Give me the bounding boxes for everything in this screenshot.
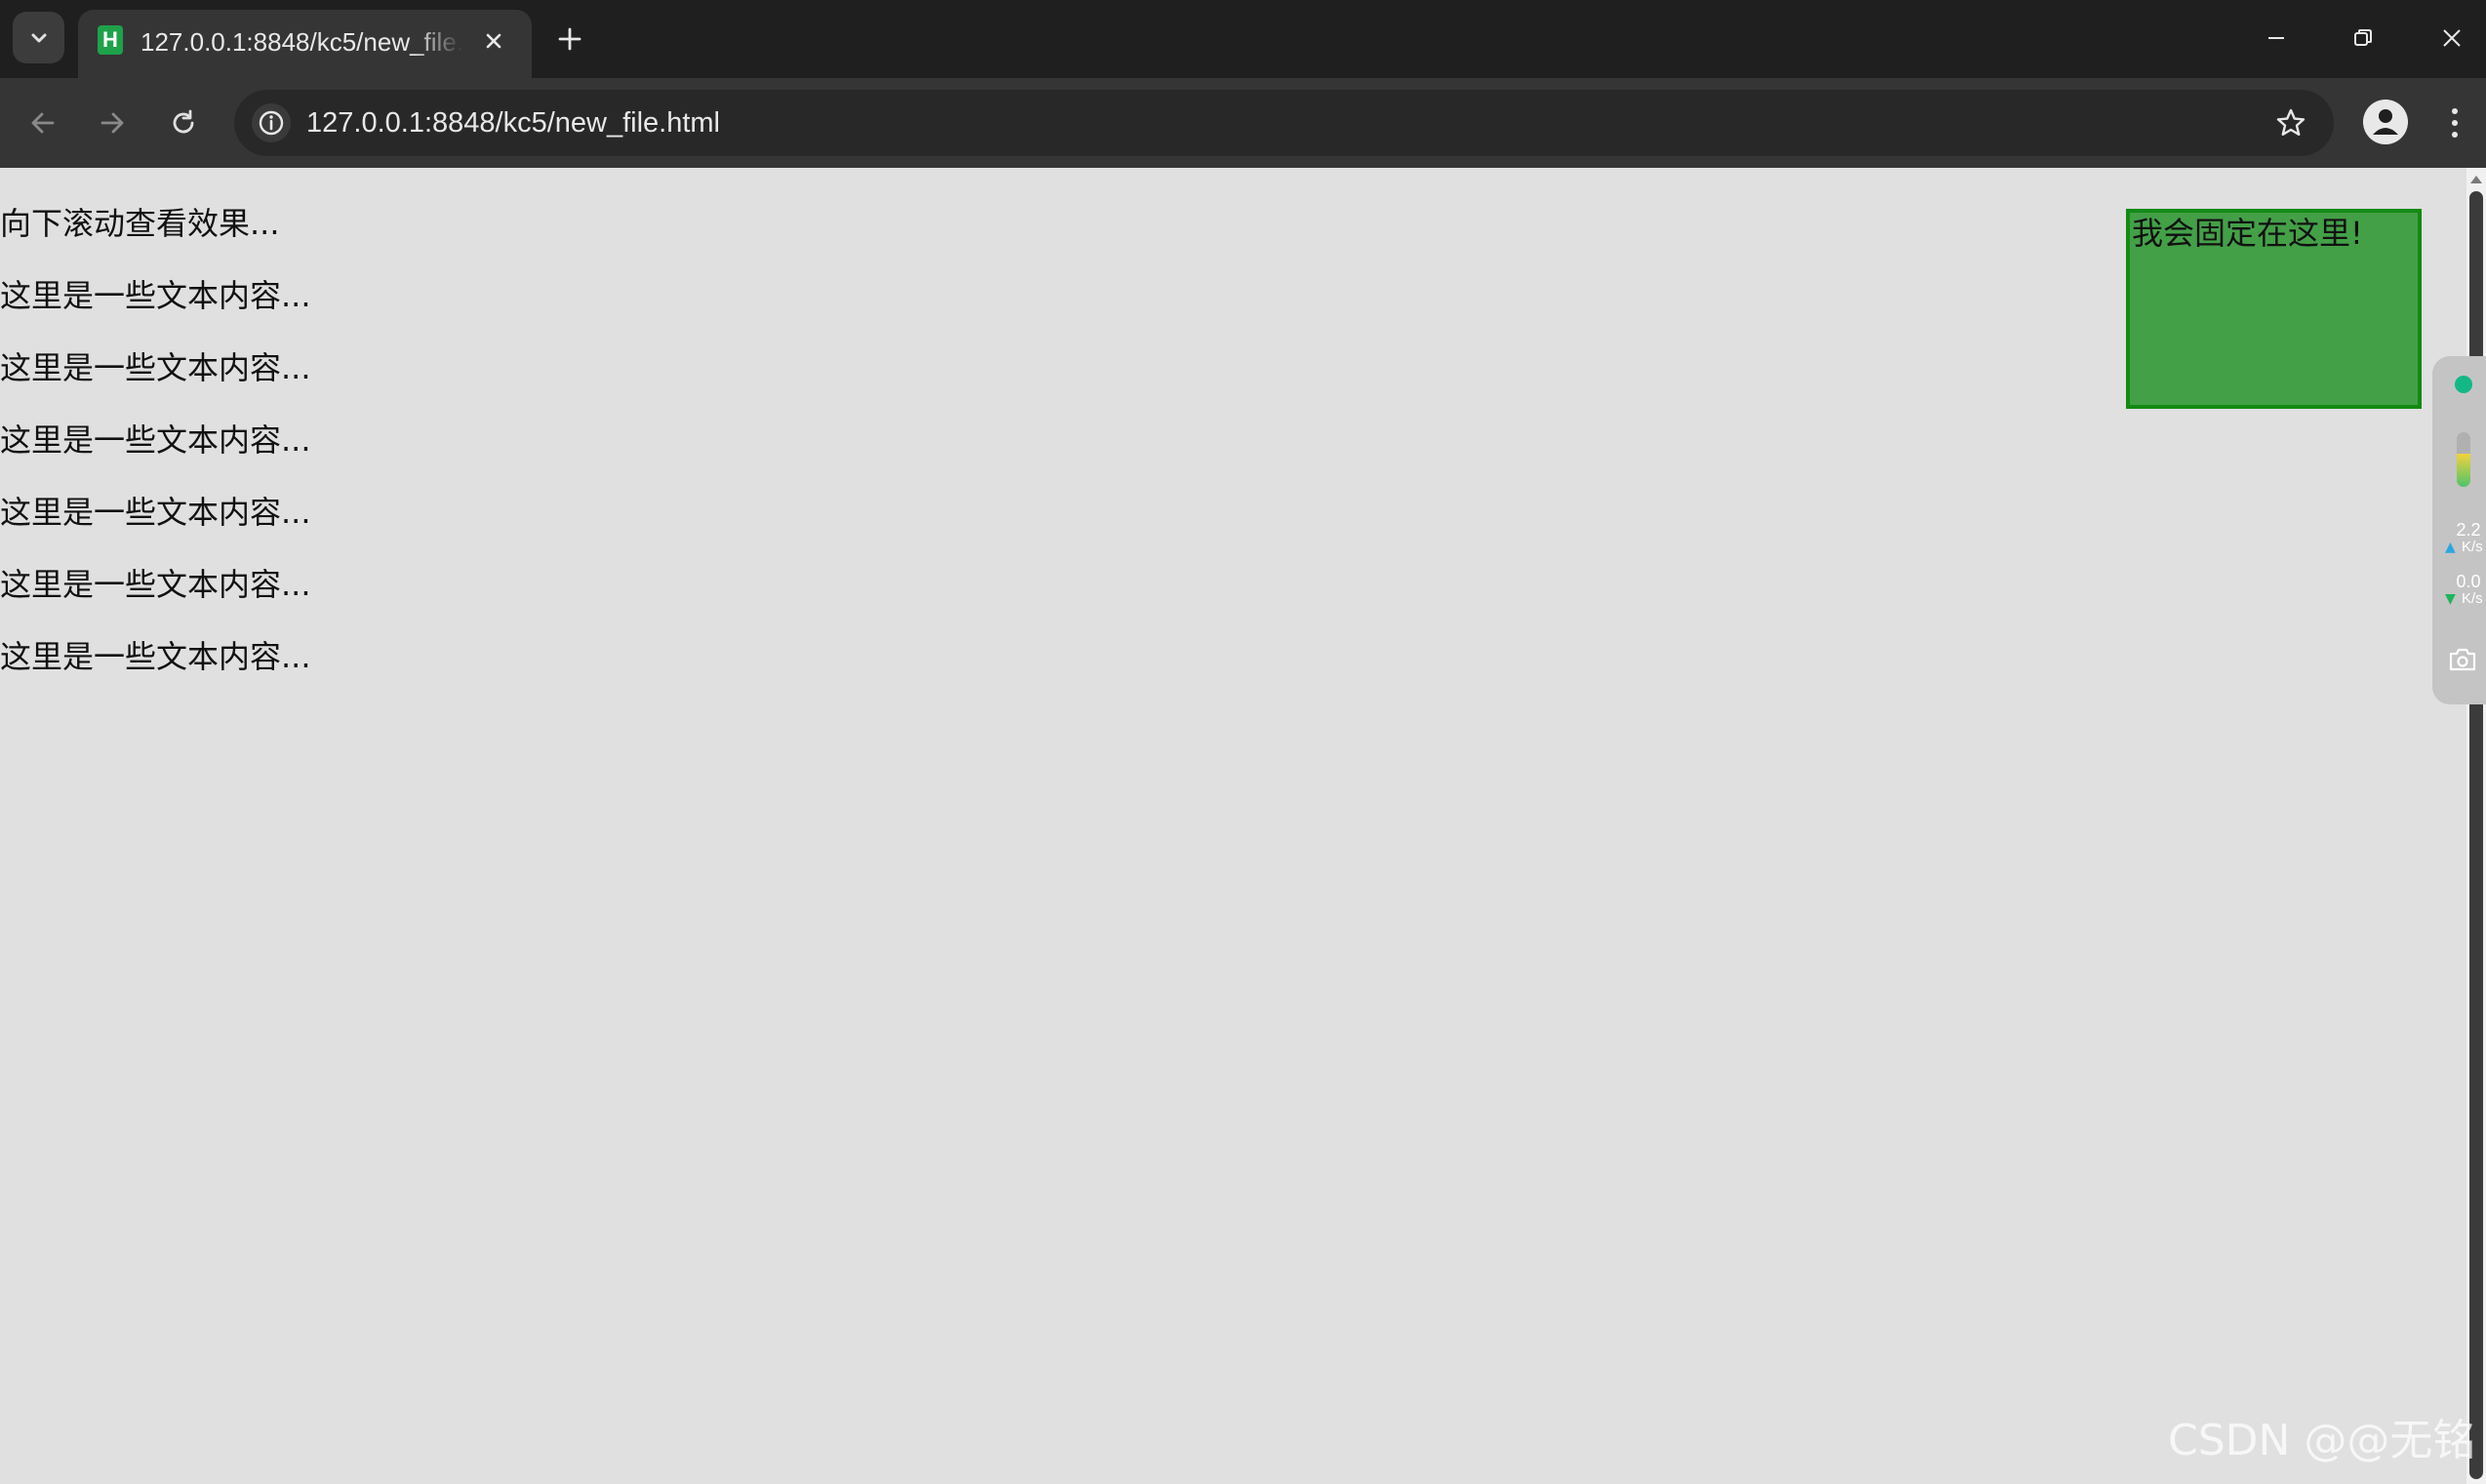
page-content: 向下滚动查看效果... 这里是一些文本内容... 这里是一些文本内容... 这里… xyxy=(0,168,2466,1484)
camera-icon xyxy=(2449,648,2476,671)
scroll-up-arrow-icon[interactable] xyxy=(2470,176,2482,183)
intro-text: 向下滚动查看效果... xyxy=(0,205,280,242)
browser-toolbar: 127.0.0.1:8848/kc5/new_file.html xyxy=(0,78,2486,168)
paragraph: 这里是一些文本内容... xyxy=(0,421,311,459)
paragraph: 这里是一些文本内容... xyxy=(0,349,311,386)
address-bar[interactable]: 127.0.0.1:8848/kc5/new_file.html xyxy=(234,90,2334,156)
reload-button[interactable] xyxy=(160,100,207,146)
tab-search-button[interactable] xyxy=(13,12,64,63)
tab-close-button[interactable] xyxy=(478,25,509,57)
paragraph: 这里是一些文本内容... xyxy=(0,566,311,603)
arrow-right-icon xyxy=(100,112,124,134)
paragraph: 这里是一些文本内容... xyxy=(0,494,311,531)
download-speed-unit: K/s xyxy=(2462,590,2483,607)
chevron-down-icon xyxy=(31,33,46,42)
profile-button[interactable] xyxy=(2363,100,2408,144)
usage-level-bar xyxy=(2457,432,2470,487)
network-monitor-widget[interactable]: 2.2 ▲ K/s 0.0 ▼ K/s xyxy=(2432,356,2486,704)
person-icon xyxy=(2363,100,2408,144)
back-button[interactable] xyxy=(20,100,66,146)
download-arrow-icon: ▼ xyxy=(2445,591,2456,607)
tab-title: 127.0.0.1:8848/kc5/new_file.html xyxy=(140,27,462,57)
screenshot-button[interactable] xyxy=(2447,646,2478,673)
active-tab[interactable]: H 127.0.0.1:8848/kc5/new_file.html xyxy=(78,10,532,78)
forward-button[interactable] xyxy=(89,100,136,146)
paragraph: 这里是一些文本内容... xyxy=(0,638,311,675)
info-icon xyxy=(259,110,284,136)
restore-icon xyxy=(2354,29,2372,46)
close-window-button[interactable] xyxy=(2429,16,2474,60)
csdn-watermark: CSDN @@无铭 xyxy=(2168,1416,2476,1465)
arrow-left-icon xyxy=(31,112,55,134)
status-dot-icon xyxy=(2455,376,2472,393)
close-icon xyxy=(2443,29,2461,47)
minimize-button[interactable] xyxy=(2254,16,2299,60)
usage-level-fill xyxy=(2457,454,2470,487)
restore-button[interactable] xyxy=(2341,16,2386,60)
upload-arrow-icon: ▲ xyxy=(2445,540,2456,555)
close-icon xyxy=(486,33,501,49)
download-speed-value: 0.0 xyxy=(2456,572,2481,591)
more-vertical-icon xyxy=(2452,108,2458,138)
upload-speed-unit: K/s xyxy=(2462,539,2483,555)
tab-strip: H 127.0.0.1:8848/kc5/new_file.html xyxy=(0,0,2486,78)
fixed-position-box: 我会固定在这里! xyxy=(2126,209,2422,409)
star-icon xyxy=(2276,108,2306,136)
bookmark-button[interactable] xyxy=(2271,103,2310,142)
browser-menu-button[interactable] xyxy=(2435,100,2474,146)
site-info-button[interactable] xyxy=(252,103,291,142)
plus-icon xyxy=(558,27,581,51)
paragraph: 这里是一些文本内容... xyxy=(0,277,311,314)
fixed-box-text: 我会固定在这里! xyxy=(2132,215,2363,252)
minimize-icon xyxy=(2268,37,2284,39)
hbuilder-favicon-icon: H xyxy=(98,25,123,55)
url-text[interactable]: 127.0.0.1:8848/kc5/new_file.html xyxy=(306,105,720,140)
reload-icon xyxy=(173,109,194,134)
new-tab-button[interactable] xyxy=(550,20,589,59)
upload-speed-value: 2.2 xyxy=(2456,520,2481,540)
